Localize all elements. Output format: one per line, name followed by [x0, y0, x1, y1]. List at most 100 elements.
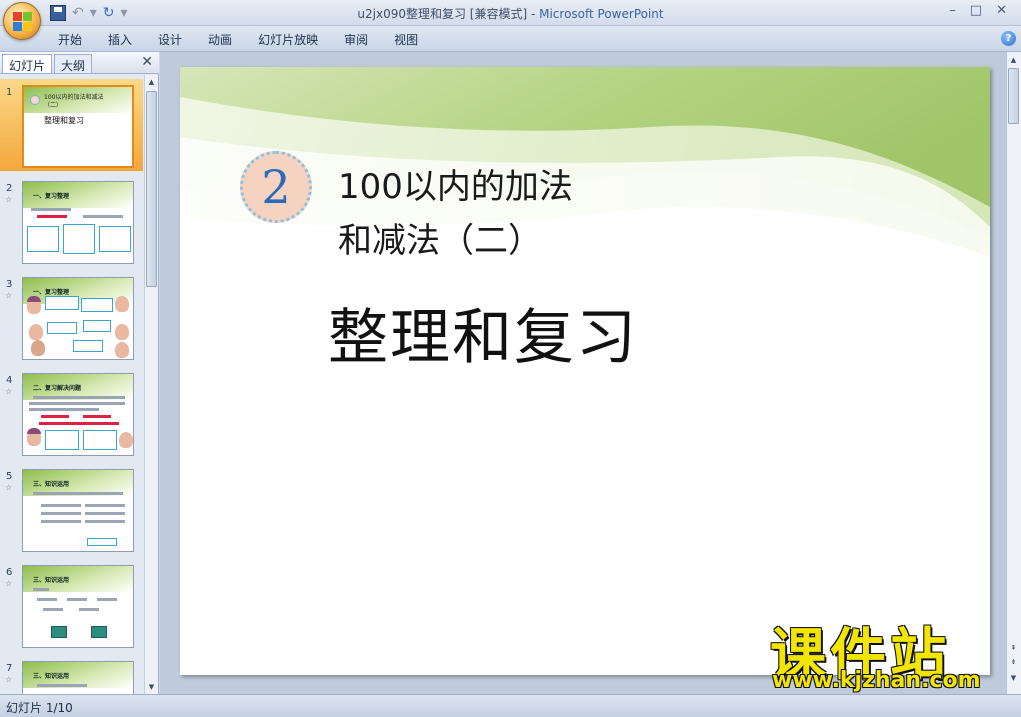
text-line: [41, 512, 81, 515]
title-bar: ↶ ▾ ↻ ▾ u2jx090整理和复习 [兼容模式] - Microsoft …: [0, 0, 1021, 26]
tab-slideshow[interactable]: 幻灯片放映: [258, 31, 318, 48]
text-line: [67, 598, 87, 601]
text-line: [29, 408, 99, 411]
tab-outline[interactable]: 大纲: [54, 54, 93, 73]
close-icon[interactable]: ✕: [996, 3, 1007, 18]
text-line: [41, 520, 81, 523]
speech-bubble: [81, 298, 113, 312]
chip-illustration: [91, 626, 107, 638]
slide-preview: 三、知识运用: [22, 565, 134, 648]
maximize-icon[interactable]: □: [970, 3, 982, 18]
text-line: [33, 396, 125, 399]
window-controls: – □ ✕: [949, 3, 1007, 18]
slide-thumbnail-3[interactable]: 3 ☆ 一、复习整理: [0, 271, 143, 363]
exercise-box: [63, 224, 95, 254]
thumbnail-scrollbar[interactable]: ▲ ▼: [144, 75, 158, 694]
chip-illustration: [51, 626, 67, 638]
text-line: [37, 215, 67, 218]
speech-bubble: [73, 340, 103, 352]
scroll-down-icon[interactable]: ▼: [1008, 672, 1019, 684]
animation-star-icon: ☆: [5, 675, 13, 684]
slide-number: 2: [6, 183, 13, 194]
child-illustration: [115, 342, 129, 358]
office-button[interactable]: [3, 2, 41, 40]
tab-animations[interactable]: 动画: [208, 31, 232, 48]
slide-number: 1: [6, 87, 13, 98]
tab-insert[interactable]: 插入: [108, 31, 132, 48]
thumb-heading: 一、复习整理: [33, 193, 70, 200]
text-line: [79, 608, 99, 611]
slide-number: 5: [6, 471, 13, 482]
slide-thumbnail-2[interactable]: 2 ☆ 一、复习整理: [0, 175, 143, 267]
tab-review[interactable]: 审阅: [344, 31, 368, 48]
previous-slide-icon[interactable]: ⇞: [1008, 642, 1019, 654]
slide-thumbnail-4[interactable]: 4 ☆ 二、复习解决问题: [0, 367, 143, 459]
child-illustration: [119, 432, 133, 448]
scroll-thumb[interactable]: [146, 91, 157, 287]
slide-preview: 100以内的加法和减法（二） 整理和复习: [22, 85, 134, 168]
scroll-up-icon[interactable]: ▲: [1008, 54, 1019, 66]
slide-number: 4: [6, 375, 13, 386]
watermark-url: www.kjzhan.com: [772, 668, 981, 693]
slide-number: 3: [6, 279, 13, 290]
tab-view[interactable]: 视图: [394, 31, 418, 48]
close-panel-icon[interactable]: ✕: [141, 54, 153, 70]
window-title: u2jx090整理和复习 [兼容模式] - Microsoft PowerPoi…: [0, 5, 1021, 22]
speech-bubble: [87, 538, 117, 546]
ribbon-tab-bar: 开始 插入 设计 动画 幻灯片放映 审阅 视图 ?: [0, 26, 1021, 52]
text-line: [85, 512, 125, 515]
exercise-box: [99, 226, 131, 252]
speech-bubble: [83, 320, 111, 332]
thumb-heading: 100以内的加法和减法（二）: [44, 94, 104, 109]
thumb-heading: 三、知识运用: [33, 577, 70, 584]
speech-bubble: [47, 322, 77, 334]
tab-design[interactable]: 设计: [158, 31, 182, 48]
tab-slides[interactable]: 幻灯片: [2, 54, 53, 73]
thumb-subtitle: 整理和复习: [44, 116, 84, 125]
slide-thumbnail-7[interactable]: 7 ☆ 三、知识运用: [0, 655, 143, 694]
thumb-heading: 三、知识运用: [33, 481, 70, 488]
text-line: [33, 588, 49, 591]
ribbon-tabs: 开始 插入 设计 动画 幻灯片放映 审阅 视图: [58, 31, 444, 48]
slide-editing-area: 2 100以内的加法 和减法（二） 整理和复习: [160, 52, 1006, 694]
minimize-icon[interactable]: –: [949, 3, 956, 18]
office-logo-icon: [13, 12, 33, 32]
text-line: [41, 504, 81, 507]
text-line: [85, 504, 125, 507]
child-hair: [27, 428, 41, 434]
app-name: Microsoft PowerPoint: [539, 7, 664, 21]
scroll-down-icon[interactable]: ▼: [146, 681, 157, 693]
slide-preview: 一、复习整理: [22, 181, 134, 264]
thumb-heading: 一、复习整理: [33, 289, 70, 296]
help-icon[interactable]: ?: [1001, 31, 1016, 46]
animation-star-icon: ☆: [5, 291, 13, 300]
text-line: [97, 598, 117, 601]
slide-preview: 二、复习解决问题: [22, 373, 134, 456]
slide-title-line-2[interactable]: 和减法（二）: [338, 213, 542, 262]
thumb-heading: 二、复习解决问题: [33, 385, 82, 392]
slide-thumbnail-6[interactable]: 6 ☆ 三、知识运用: [0, 559, 143, 651]
slide-preview: 三、知识运用: [22, 661, 134, 694]
slide-subtitle[interactable]: 整理和复习: [328, 289, 638, 376]
text-line: [37, 684, 87, 687]
slide-thumbnail-1[interactable]: 1 100以内的加法和减法（二） 整理和复习: [0, 79, 143, 171]
animation-star-icon: ☆: [5, 483, 13, 492]
tab-home[interactable]: 开始: [58, 31, 82, 48]
speech-bubble: [83, 430, 117, 450]
text-line: [39, 422, 119, 425]
unit-badge: 2: [240, 151, 312, 223]
scroll-up-icon[interactable]: ▲: [146, 76, 157, 88]
slide-title-line-1[interactable]: 100以内的加法: [338, 159, 573, 208]
scroll-thumb[interactable]: [1008, 68, 1019, 124]
slide-scrollbar[interactable]: ▲ ⇞ ⇟ ▼: [1006, 52, 1021, 694]
document-title: u2jx090整理和复习 [兼容模式] -: [357, 7, 540, 21]
child-illustration: [115, 296, 129, 312]
next-slide-icon[interactable]: ⇟: [1008, 656, 1019, 668]
current-slide[interactable]: 2 100以内的加法 和减法（二） 整理和复习: [180, 67, 990, 675]
exercise-box: [27, 226, 59, 252]
thumb-heading: 三、知识运用: [33, 673, 70, 680]
text-line: [33, 492, 123, 495]
text-line: [83, 415, 111, 418]
slide-thumbnail-5[interactable]: 5 ☆ 三、知识运用: [0, 463, 143, 555]
status-bar: 幻灯片 1/10: [0, 694, 1021, 717]
